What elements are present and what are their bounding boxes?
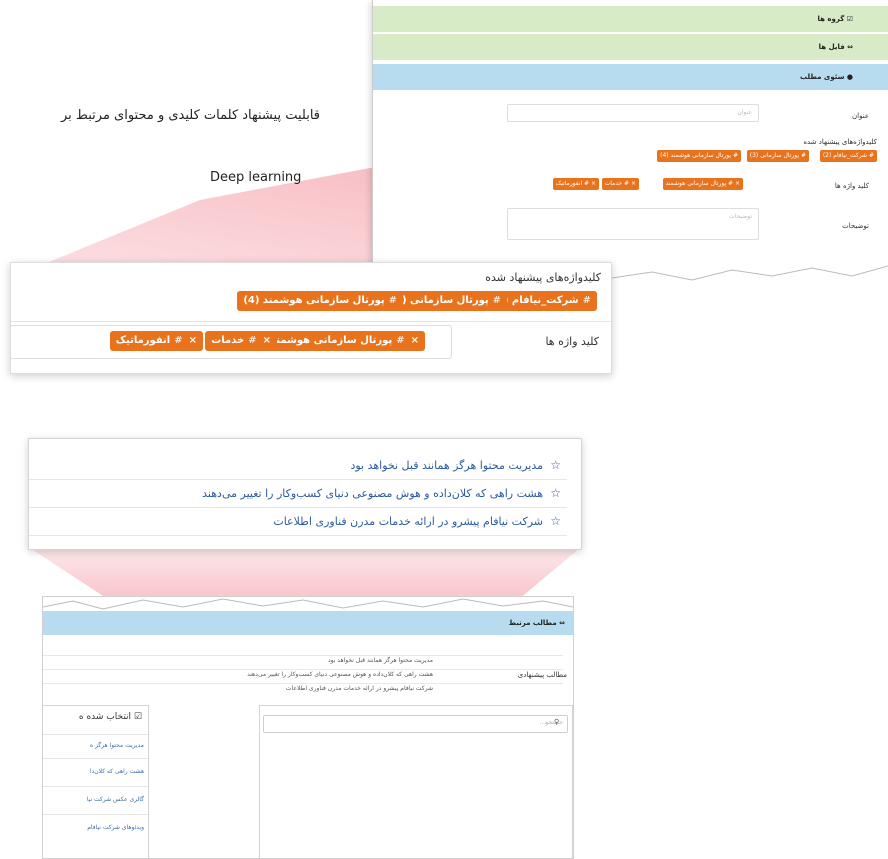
row-divider <box>43 758 148 759</box>
selected-posts-box: ☑ انتخاب شده ه مدیریت محتوا هرگز ه هشت ر… <box>43 705 149 858</box>
related-posts-zoom: ☆ مدیریت محتوا هرگز همانند قبل نخواهد بو… <box>28 438 582 550</box>
related-mini-item[interactable]: مدیریت محتوا هرگز همانند قبل نخواهد بود <box>328 657 433 664</box>
search-input[interactable]: جستجو... ⚲ <box>263 715 568 733</box>
files-band[interactable]: ⇔ فایل ها <box>373 34 888 60</box>
star-icon[interactable]: ☆ <box>550 486 561 500</box>
related-post-title[interactable]: شرکت نیافام پیشرو در ارائه خدمات مدرن فن… <box>273 515 543 528</box>
keyword-chip-mini-1[interactable]: × # پورتال سازمانی هوشمند <box>662 178 743 190</box>
row-divider <box>43 786 148 787</box>
description-input[interactable]: توضیحات <box>507 208 759 240</box>
suggested-keyword-chip[interactable]: #پورتال سازمانی هوشمند (4) <box>237 291 403 311</box>
suggested-label-mini: کلیدواژه‌های پیشنهاد شده <box>803 138 877 146</box>
keyword-chip[interactable]: ×#خدمات <box>205 331 277 351</box>
keywords-zoom: کلیدواژه‌های پیشنهاد شده #شرکت_نیافام (2… <box>10 262 612 374</box>
row-divider <box>43 734 148 735</box>
suggested-keywords-label: کلیدواژه‌های پیشنهاد شده <box>485 271 601 284</box>
related-post-item[interactable]: ☆ مدیریت محتوا هرگز همانند قبل نخواهد بو… <box>29 453 567 480</box>
related-post-item[interactable]: ☆ هشت راهی که کلان‌داده و هوش مصنوعی دنی… <box>29 481 567 508</box>
related-mini-item[interactable]: شرکت نیافام پیشرو در ارائه خدمات مدرن فن… <box>286 685 433 692</box>
suggested-posts-label: مطالب پیشنهادی <box>517 671 567 679</box>
selected-post-item[interactable]: مدیریت محتوا هرگز ه <box>90 742 144 749</box>
row-divider <box>43 683 563 684</box>
search-icon: ⚲ <box>554 718 560 726</box>
related-post-item[interactable]: ☆ شرکت نیافام پیشرو در ارائه خدمات مدرن … <box>29 509 567 536</box>
selected-post-item[interactable]: ویدئوهای شرکت نیافام <box>87 824 144 831</box>
groups-band[interactable]: ☑ گروه ها <box>373 6 888 32</box>
headline: قابلیت پیشنهاد کلمات کلیدی و محتوای مرتب… <box>60 108 320 123</box>
row-divider <box>43 669 563 670</box>
star-icon[interactable]: ☆ <box>550 514 561 528</box>
divider <box>11 321 611 322</box>
keyword-chip[interactable]: ×#انفورماتیک <box>109 331 203 351</box>
subline: Deep learning <box>210 170 302 185</box>
suggested-chip-mini-2[interactable]: # پورتال سازمانی (3) <box>746 150 809 162</box>
keyword-chip-mini-2[interactable]: × # خدمات <box>601 178 639 190</box>
suggested-chip-mini-1[interactable]: # شرکت_نیافام (2) <box>819 150 877 162</box>
row-divider <box>43 814 148 815</box>
keywords-label-mini: کلید واژه ها <box>834 182 869 190</box>
selected-post-item[interactable]: هشت راهی که کلان‌دا <box>90 768 144 775</box>
remove-keyword-icon[interactable]: × <box>263 335 271 346</box>
top-panel: ☑ گروه ها ⇔ فایل ها ● سئوی مطلب عنوان عن… <box>372 0 888 280</box>
row-divider <box>43 655 563 656</box>
title-input[interactable]: عنوان <box>507 104 759 122</box>
related-post-title[interactable]: هشت راهی که کلان‌داده و هوش مصنوعی دنیای… <box>202 487 543 500</box>
description-label: توضیحات <box>842 222 869 230</box>
related-posts-panel: ⇔ مطالب مرتبط مدیریت محتوا هرگز همانند ق… <box>42 596 574 859</box>
suggested-chip-mini-3[interactable]: # پورتال سازمانی هوشمند (4) <box>657 150 741 162</box>
title-label: عنوان <box>852 112 869 120</box>
star-icon[interactable]: ☆ <box>550 458 561 472</box>
related-mini-item[interactable]: هشت راهی که کلان‌داده و هوش مصنوعی دنیای… <box>247 671 433 678</box>
keyword-chip-mini-3[interactable]: × # انفورماتیک <box>552 178 599 190</box>
keyword-chip[interactable]: ×#پورتال سازمانی هوشمند <box>264 331 425 351</box>
seo-band[interactable]: ● سئوی مطلب <box>373 64 888 90</box>
related-post-title[interactable]: مدیریت محتوا هرگز همانند قبل نخواهد بود <box>350 459 543 472</box>
remove-keyword-icon[interactable]: × <box>411 335 419 346</box>
keywords-label: کلید واژه ها <box>545 335 599 348</box>
remove-keyword-icon[interactable]: × <box>189 335 197 346</box>
selected-post-item[interactable]: گالری عکس شرکت نیا <box>87 796 144 803</box>
selected-posts-title: ☑ انتخاب شده ه <box>78 712 142 722</box>
related-posts-band[interactable]: ⇔ مطالب مرتبط <box>43 611 573 635</box>
